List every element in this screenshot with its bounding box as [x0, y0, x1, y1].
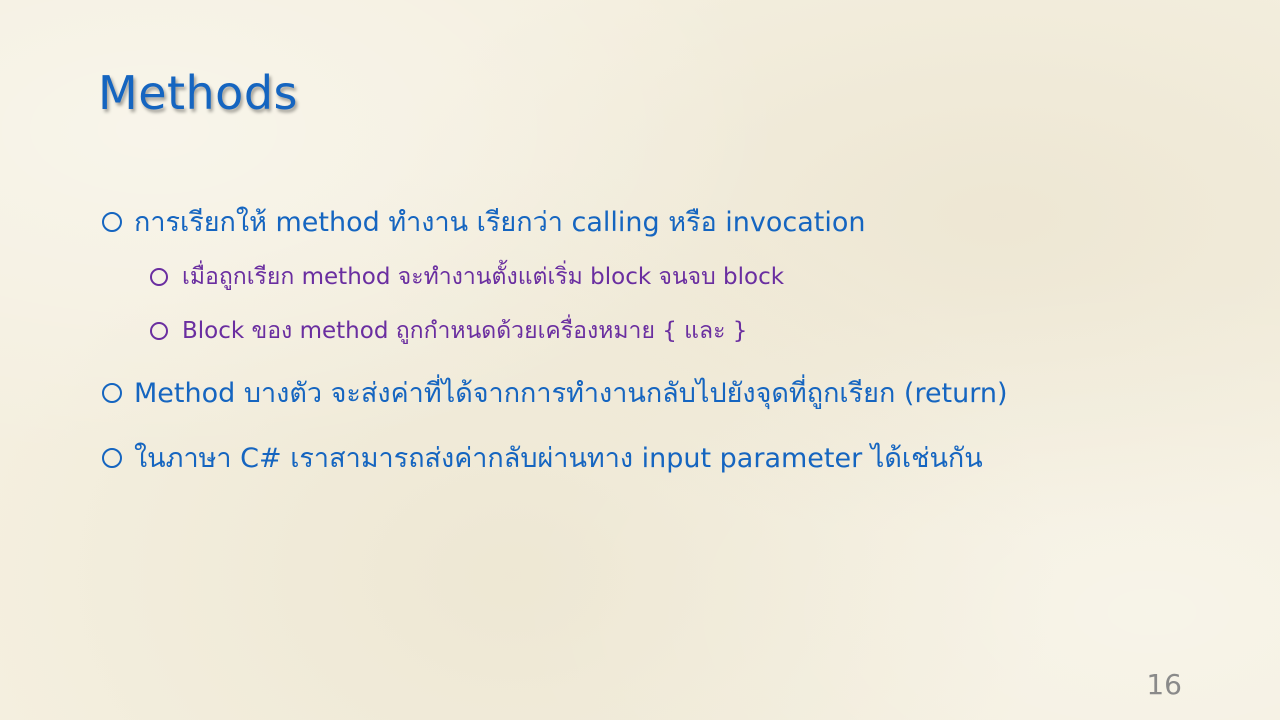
bullet-circle-icon: [150, 322, 168, 340]
bullet-item: การเรียกให้ method ทำงาน เรียกว่า callin…: [102, 200, 866, 243]
bullet-circle-icon: [102, 211, 122, 232]
slide: Methods การเรียกให้ method ทำงาน เรียกว่…: [0, 0, 1280, 720]
sub-bullet-item: Block ของ method ถูกกำหนดด้วยเครื่องหมาย…: [150, 313, 747, 349]
sub-bullet-item: เมื่อถูกเรียก method จะทำงานตั้งแต่เริ่ม…: [150, 259, 784, 295]
bullet-text: Block ของ method ถูกกำหนดด้วยเครื่องหมาย…: [182, 318, 748, 344]
bullet-text: การเรียกให้ method ทำงาน เรียกว่า callin…: [134, 207, 866, 238]
bullet-list: การเรียกให้ method ทำงาน เรียกว่า callin…: [0, 0, 1280, 720]
bullet-circle-icon: [102, 382, 122, 403]
bullet-circle-icon: [102, 447, 122, 468]
bullet-text: Method บางตัว จะส่งค่าที่ได้จากการทำงานก…: [134, 378, 1008, 409]
bullet-item: ในภาษา C# เราสามารถส่งค่ากลับผ่านทาง inp…: [102, 436, 983, 479]
bullet-item: Method บางตัว จะส่งค่าที่ได้จากการทำงานก…: [102, 371, 1008, 414]
page-number: 16: [1146, 668, 1182, 701]
bullet-text: เมื่อถูกเรียก method จะทำงานตั้งแต่เริ่ม…: [182, 264, 785, 290]
bullet-text: ในภาษา C# เราสามารถส่งค่ากลับผ่านทาง inp…: [134, 443, 983, 474]
bullet-circle-icon: [150, 268, 168, 286]
